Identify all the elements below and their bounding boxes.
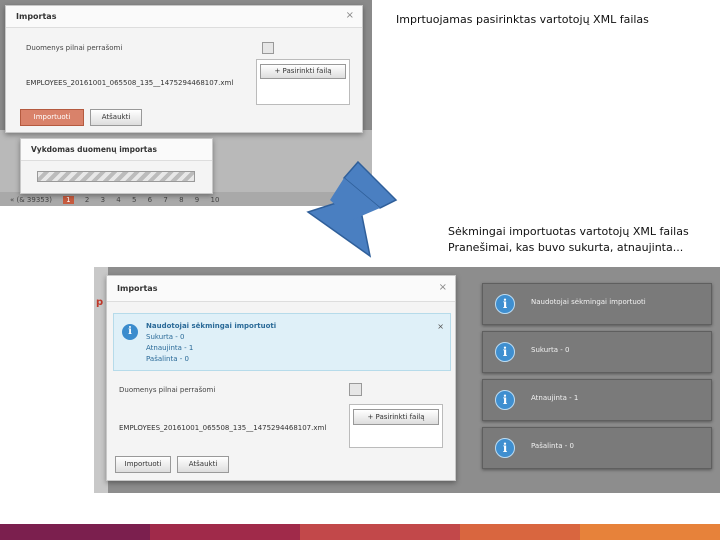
info-alert: i Naudotojai sėkmingai importuoti Sukurt…	[113, 313, 451, 371]
info-icon: i	[122, 324, 138, 340]
info-icon: i	[495, 294, 515, 314]
footer-segment	[580, 524, 720, 540]
import-dialog: Importas × Duomenys pilnai perrašomi + P…	[5, 5, 363, 133]
pager-page[interactable]: 9	[195, 196, 199, 204]
footer-segment	[0, 524, 150, 540]
footer-segment	[300, 524, 460, 540]
slide: « (& 39353) 1 2 3 4 5 6 7 8 9 10 Importa…	[0, 0, 720, 540]
info-icon: i	[495, 342, 515, 362]
info-line: Naudotojai sėkmingai importuoti	[146, 322, 277, 330]
notification-text: Atnaujinta - 1	[531, 394, 579, 402]
caption-bottom: Sėkmingai importuotas vartotojų XML fail…	[448, 224, 689, 256]
pager-page[interactable]: 6	[148, 196, 152, 204]
dialog-title: Importas	[6, 6, 362, 28]
info-line: Pašalinta - 0	[146, 355, 189, 363]
overwrite-label: Duomenys pilnai perrašomi	[26, 44, 123, 52]
notification[interactable]: i Pašalinta - 0	[482, 427, 712, 469]
pager: « (& 39353) 1 2 3 4 5 6 7 8 9 10	[10, 196, 228, 204]
overwrite-checkbox[interactable]	[349, 383, 362, 396]
close-icon[interactable]: ×	[439, 282, 447, 293]
pager-total: « (& 39353)	[10, 196, 52, 204]
info-line: Atnaujinta - 1	[146, 344, 194, 352]
overwrite-checkbox[interactable]	[262, 42, 274, 54]
notification-text: Naudotojai sėkmingai importuoti	[531, 298, 646, 306]
footer-color-bar	[0, 524, 720, 540]
import-dialog: Importas × i Naudotojai sėkmingai import…	[106, 275, 456, 481]
notification[interactable]: i Atnaujinta - 1	[482, 379, 712, 421]
footer-segment	[460, 524, 580, 540]
notification-text: Sukurta - 0	[531, 346, 570, 354]
info-icon: i	[495, 390, 515, 410]
file-name: EMPLOYEES_20161001_065508_135__147529446…	[119, 424, 327, 432]
file-name: EMPLOYEES_20161001_065508_135__147529446…	[26, 79, 234, 87]
info-icon: i	[495, 438, 515, 458]
pager-page[interactable]: 8	[179, 196, 183, 204]
notification-text: Pašalinta - 0	[531, 442, 574, 450]
caption-top: Imprtuojamas pasirinktas vartotojų XML f…	[396, 13, 649, 26]
cancel-button[interactable]: Atšaukti	[177, 456, 229, 473]
notification[interactable]: i Sukurta - 0	[482, 331, 712, 373]
progress-title: Vykdomas duomenų importas	[21, 139, 212, 161]
notification[interactable]: i Naudotojai sėkmingai importuoti	[482, 283, 712, 325]
progress-dialog: Vykdomas duomenų importas	[20, 138, 213, 194]
pager-page[interactable]: 7	[163, 196, 167, 204]
progress-bar	[37, 171, 195, 182]
caption-bottom-line1: Sėkmingai importuotas vartotojų XML fail…	[448, 225, 689, 238]
pager-page-current[interactable]: 1	[63, 196, 74, 204]
pager-page[interactable]: 2	[85, 196, 89, 204]
pager-page[interactable]: 4	[116, 196, 120, 204]
overwrite-label: Duomenys pilnai perrašomi	[119, 386, 216, 394]
pager-page[interactable]: 3	[101, 196, 105, 204]
cancel-button[interactable]: Atšaukti	[90, 109, 142, 126]
dialog-title: Importas	[107, 276, 455, 302]
pager-page[interactable]: 10	[210, 196, 219, 204]
pick-file-button[interactable]: + Pasirinkti failą	[260, 64, 346, 79]
close-icon[interactable]: ×	[437, 322, 444, 331]
info-line: Sukurta - 0	[146, 333, 185, 341]
pager-page[interactable]: 5	[132, 196, 136, 204]
pick-file-button[interactable]: + Pasirinkti failą	[353, 409, 439, 425]
screenshot-import-success: p Importas × i Naudotojai sėkmingai impo…	[94, 267, 720, 493]
arrow-down-right-icon	[306, 160, 398, 258]
footer-segment	[150, 524, 300, 540]
import-button[interactable]: Importuoti	[20, 109, 84, 126]
background-fragment: p	[96, 297, 104, 308]
close-icon[interactable]: ×	[346, 10, 354, 21]
import-button[interactable]: Importuoti	[115, 456, 171, 473]
caption-bottom-line2: Pranešimai, kas buvo sukurta, atnaujinta…	[448, 241, 684, 254]
